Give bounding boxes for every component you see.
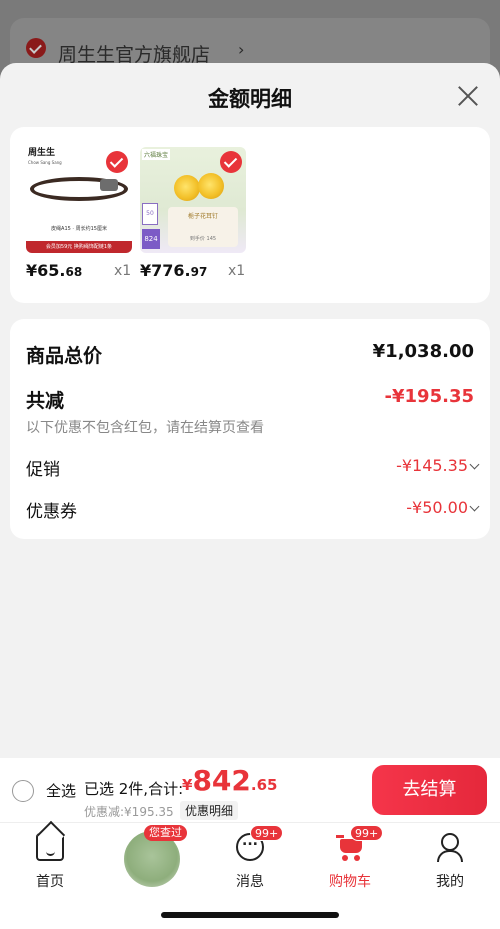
tab-label: 首页 [36,874,64,890]
checked-icon[interactable] [106,151,128,173]
brand-logo-sub: Chow Sang Sang [28,160,62,165]
brand-logo: 六福珠宝 [142,149,171,160]
coupon-value[interactable]: -¥50.00 [406,498,468,517]
product-item[interactable]: 六福珠宝 50 824 栀子花耳钉 到手价 145 ¥776.97 x1 [140,147,246,280]
store-check-icon [26,38,46,58]
home-indicator [161,912,339,918]
discount-line: 优惠减:¥195.35 [84,805,174,819]
bracelet-clasp-graphic [100,179,118,191]
home-icon [36,833,64,861]
flower-earring-graphic [198,173,224,199]
chevron-down-icon[interactable] [469,501,480,512]
reduce-note: 以下优惠不包含红包，请在结算页查看 [26,420,264,436]
product-item[interactable]: 周生生 Chow Sang Sang 皮绳A15 · 周长约15厘米 会员加59… [26,147,132,280]
cart-badge: 99+ [350,825,384,841]
select-all-radio[interactable] [12,780,34,802]
summary-card: 商品总价 ¥1,038.00 共减 -¥195.35 以下优惠不包含红包，请在结… [10,319,490,539]
product-panel: 栀子花耳钉 到手价 145 [168,207,238,247]
chevron-down-icon[interactable] [469,459,480,470]
promo-label: 促销 [26,460,60,480]
tab-bar: 首页 您查过 99+ 消息 99+ 购物车 我的 [0,822,500,929]
sheet-title: 金额明细 [208,87,292,111]
product-qty: x1 [228,263,246,279]
tab-label: 消息 [236,874,264,890]
viewed-tag: 您查过 [144,825,187,841]
panel-subtitle: 到手价 145 [189,236,217,242]
checkout-button[interactable]: 去结算 [372,765,487,815]
product-caption: 皮绳A15 · 周长约15厘米 [51,226,107,232]
checkout-bar: 全选 已选 2件,合计: ¥842.65 优惠减:¥195.35 优惠明细 去结… [0,758,500,822]
discount-detail-link[interactable]: 优惠明细 [180,801,239,820]
tab-label: 购物车 [329,874,371,890]
product-image[interactable]: 六福珠宝 50 824 栀子花耳钉 到手价 145 [140,147,246,253]
promo-value[interactable]: -¥145.35 [396,456,468,475]
checked-icon[interactable] [220,151,242,173]
reduce-value: -¥195.35 [384,386,474,407]
product-price: ¥776.97 [140,261,208,280]
promo-strip: 会员加59元 换购绳饰配链1条 [26,241,132,253]
close-icon[interactable] [454,82,482,110]
total-label: 商品总价 [26,345,103,367]
user-icon [436,833,464,862]
selected-count: 已选 2件,合计: [84,780,184,798]
reduce-label: 共减 [26,390,65,412]
product-image[interactable]: 周生生 Chow Sang Sang 皮绳A15 · 周长约15厘米 会员加59… [26,147,132,253]
brand-logo: 周生生 [28,148,56,158]
coupon-label: 优惠券 [26,502,77,522]
messages-badge: 99+ [250,825,284,841]
total-amount: ¥842.65 [182,764,278,797]
panel-title: 栀子花耳钉 [187,213,218,220]
price-badge: 824 [142,229,160,249]
total-value: ¥1,038.00 [372,341,474,362]
products-card: 周生生 Chow Sang Sang 皮绳A15 · 周长约15厘米 会员加59… [10,127,490,303]
flower-earring-graphic [174,175,200,201]
coupon-badge: 50 [142,203,158,225]
tab-label: 我的 [436,874,464,890]
select-all-label[interactable]: 全选 [46,780,76,801]
amount-detail-sheet: 金额明细 周生生 Chow Sang Sang 皮绳A15 · 周长约15厘米 … [0,63,500,763]
chevron-right-icon: › [238,40,245,59]
product-qty: x1 [114,263,132,279]
product-price: ¥65.68 [26,261,83,280]
